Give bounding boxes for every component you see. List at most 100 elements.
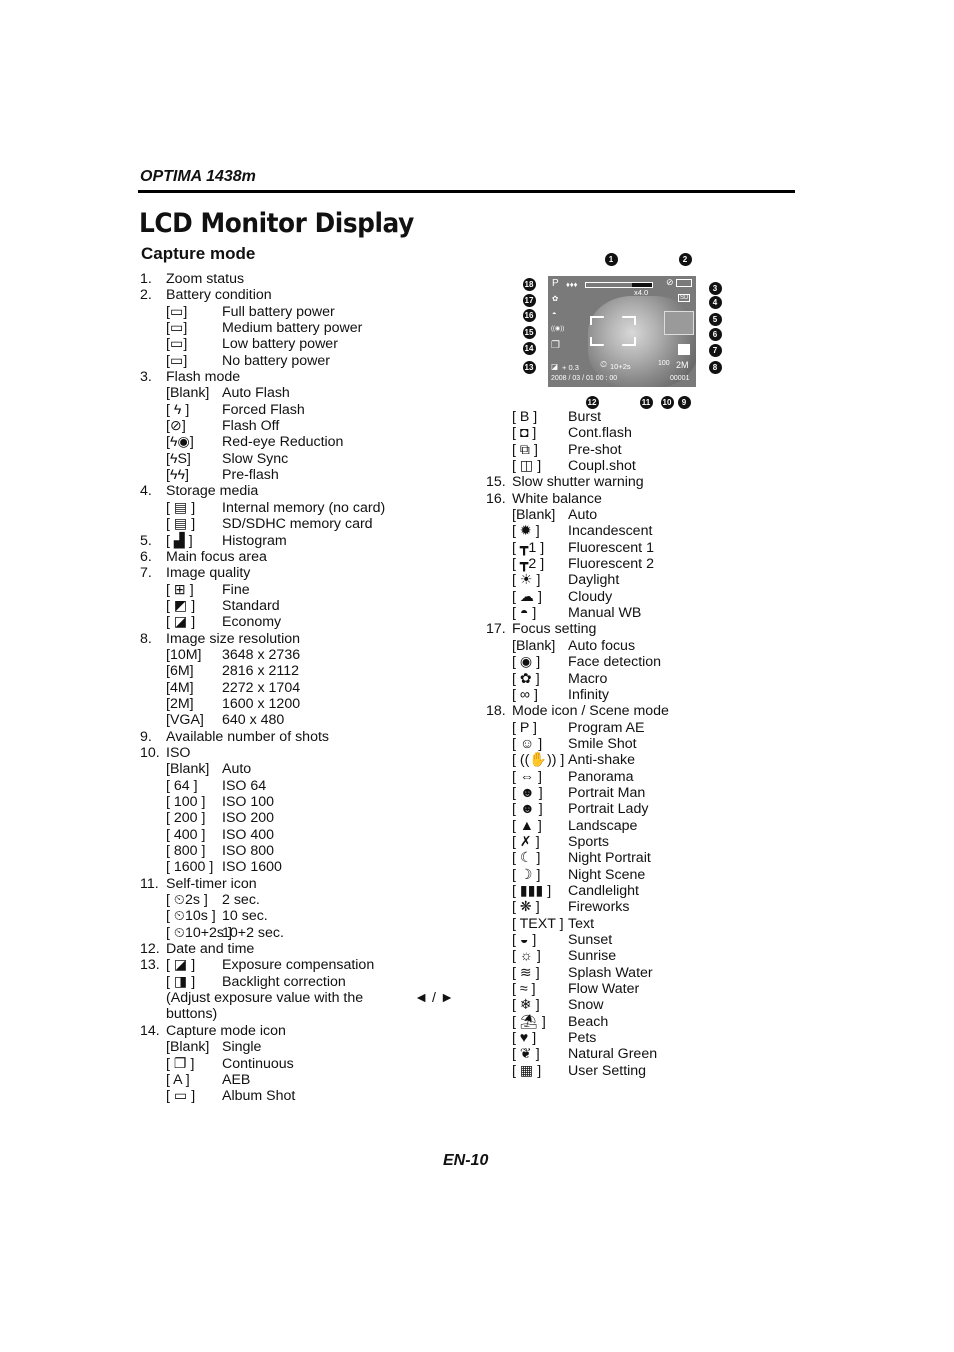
macro-icon: ✿: [552, 294, 559, 303]
mode-icon: P: [552, 278, 559, 289]
list-item: [Blank] Auto: [140, 761, 470, 777]
list-item: [▭] Low battery power: [140, 336, 470, 352]
item-label: Program AE: [568, 719, 645, 736]
item-label: Single: [222, 1039, 262, 1056]
pre-flash-icon: [ϟϟ]: [166, 467, 189, 484]
snow-icon: [ ❄ ]: [512, 997, 540, 1014]
list-item: [ ⇔ ] Panorama: [486, 769, 786, 785]
item-number: 9.: [140, 728, 152, 745]
list-item: 13. [ ◪ ] Exposure compensation: [140, 957, 470, 973]
callout-12: 12: [585, 395, 599, 409]
list-item: [ ⧉ ] Pre-shot: [486, 442, 786, 458]
callout-9: 9: [677, 395, 691, 409]
callout-5: 5: [708, 312, 722, 326]
list-item: [ 200 ] ISO 200: [140, 810, 470, 826]
splash-water-icon: [ ≋ ]: [512, 964, 540, 981]
iso-icon: 100: [658, 360, 670, 367]
battery-medium-icon: [▭]: [166, 320, 188, 337]
item-label: Auto focus: [568, 637, 636, 654]
burst-icon: [ B ]: [512, 409, 538, 425]
list-item: [ ⏲10+2s ] 10+2 sec.: [140, 925, 470, 941]
list-item: [ ◫ ] Coupl.shot: [486, 458, 786, 474]
fluorescent-2-icon: [ ┳2 ]: [512, 556, 545, 573]
item-label: Exposure compensation: [222, 957, 375, 974]
list-item: [ ◒ ] Sunset: [486, 932, 786, 948]
item-label: Sunset: [568, 932, 613, 948]
blank: [Blank]: [166, 385, 210, 402]
list-item: [ ✗ ] Sports: [486, 834, 786, 850]
item-label: Cloudy: [568, 588, 613, 605]
callout-10: 10: [660, 395, 674, 409]
list-item: [ 400 ] ISO 400: [140, 827, 470, 843]
callout-4: 4: [708, 295, 722, 309]
callout-16: 16: [522, 308, 536, 322]
page-title: LCD Monitor Display: [139, 208, 414, 239]
item-label: 10+2 sec.: [222, 924, 284, 941]
list-item: [10M] 3648 x 2736: [140, 647, 470, 663]
item-label: Mode icon / Scene mode: [512, 703, 669, 720]
daylight-icon: [ ☀ ]: [512, 572, 541, 589]
item-label: Slow shutter warning: [512, 474, 644, 491]
iso-1600-icon: [ 1600 ]: [166, 859, 214, 876]
item-label: Auto Flash: [222, 385, 290, 402]
internal-memory-icon: [ ▤ ]: [166, 499, 196, 516]
list-item: [ ≋ ] Splash Water: [486, 965, 786, 981]
fireworks-icon: [ ❋ ]: [512, 899, 540, 916]
list-item: 5. [ ▟ ] Histogram: [140, 533, 470, 549]
list-item: [ ⊞ ] Fine: [140, 582, 470, 598]
item-label: Face detection: [568, 654, 662, 671]
list-item: [ ϟ ] Forced Flash: [140, 402, 470, 418]
item-label: Pre-flash: [222, 467, 279, 484]
list-item: 4. Storage media: [140, 483, 470, 499]
storage-icon: SD: [678, 294, 691, 302]
program-ae-icon: [ P ]: [512, 719, 537, 736]
night-portrait-icon: [ ☾ ]: [512, 850, 541, 867]
item-label: Fine: [222, 581, 250, 598]
aeb-icon: [ A ]: [166, 1071, 190, 1088]
list-item: 14. Capture mode icon: [140, 1023, 470, 1039]
size-10m-icon: [10M]: [166, 646, 202, 663]
list-item: [ ∞ ] Infinity: [486, 687, 786, 703]
blank: [Blank]: [512, 637, 556, 654]
item-label: ISO 100: [222, 794, 275, 810]
item-label: Sunrise: [568, 948, 617, 965]
landscape-icon: [ ▲ ]: [512, 817, 542, 834]
list-item: [6M] 2816 x 2112: [140, 663, 470, 679]
item-number: 11.: [140, 875, 159, 892]
item-number: 17.: [486, 621, 506, 638]
item-number: 16.: [486, 490, 506, 507]
item-label: Sports: [568, 833, 610, 850]
list-item: [Blank] Auto focus: [486, 638, 786, 654]
continuous-icon: [ ❐ ]: [166, 1055, 195, 1072]
item-label: Full battery power: [222, 303, 335, 320]
item-label: Date and time: [166, 941, 255, 958]
item-label: ISO 64: [222, 777, 267, 794]
infinity-icon: [ ∞ ]: [512, 686, 538, 703]
item-label: Low battery power: [222, 336, 338, 353]
list-item: [ ◘ ] Cont.flash: [486, 425, 786, 441]
self-timer-icon: ⏲: [600, 359, 608, 369]
lcd-screen: P ♦♦♦ x4.0 ⊘ SD ✿ ◓ ((◉)) ❐ ◪ + 0.3 ⏲ 10…: [548, 276, 696, 387]
cloudy-icon: [ ☁ ]: [512, 588, 542, 605]
item-label: buttons): [166, 1006, 218, 1023]
list-item: 10. ISO: [140, 745, 470, 761]
flow-water-icon: [ ≈ ]: [512, 981, 536, 998]
item-label: Economy: [222, 614, 282, 631]
list-item: [ ❋ ] Fireworks: [486, 899, 786, 915]
item-label: Incandescent: [568, 523, 653, 540]
iso-64-icon: [ 64 ]: [166, 777, 198, 794]
user-setting-icon: [ ▦ ]: [512, 1062, 542, 1079]
portrait-lady-icon: [ ☻ ]: [512, 801, 543, 818]
brand-model: OPTIMA 1438m: [140, 168, 256, 185]
face-detection-icon: [ ◉ ]: [512, 654, 541, 671]
item-label: Image size resolution: [166, 630, 301, 647]
item-label: Backlight correction: [222, 973, 346, 990]
list-item: [ ◪ ] Economy: [140, 614, 470, 630]
list-item: [▭] Full battery power: [140, 304, 470, 320]
flash-off-icon: [⊘]: [166, 418, 186, 435]
exposure-value: + 0.3: [562, 363, 579, 372]
list-item: [ A ] AEB: [140, 1072, 470, 1088]
item-label: SD/SDHC memory card: [222, 516, 373, 533]
list-item: 8. Image size resolution: [140, 631, 470, 647]
fluorescent-1-icon: [ ┳1 ]: [512, 539, 545, 556]
